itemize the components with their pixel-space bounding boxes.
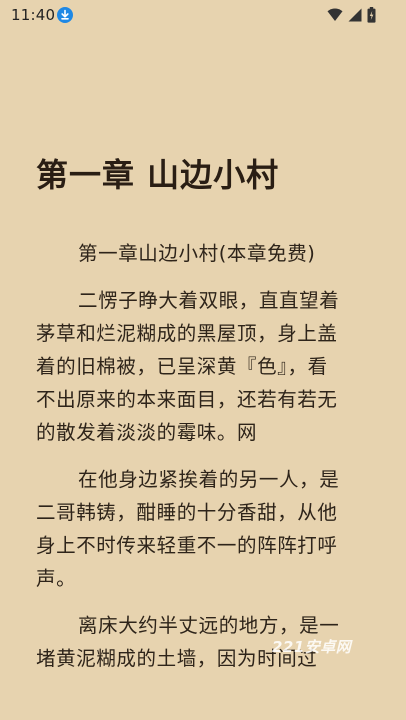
paragraph-line: 身上不时传来轻重不一的阵阵打呼: [36, 534, 338, 557]
paragraph-line: 在他身边紧挨着的另一人，是: [78, 468, 340, 491]
paragraph-line: 第一章山边小村(本章免费): [78, 242, 316, 265]
paragraph-line: 茅草和烂泥糊成的黑屋顶，身上盖: [36, 322, 338, 345]
paragraph-line: 的散发着淡淡的霉味。网: [36, 421, 258, 444]
watermark: 221安卓网: [272, 638, 352, 656]
reader-page[interactable]: 第一章 山边小村 第一章山边小村(本章免费) 二愣子睁大着双眼，直直望着 茅草和…: [0, 0, 406, 720]
chapter-content: 第一章山边小村(本章免费) 二愣子睁大着双眼，直直望着 茅草和烂泥糊成的黑屋顶，…: [36, 237, 376, 689]
paragraph-line: 着的旧棉被，已呈深黄『色』，看: [36, 355, 328, 378]
paragraph: 二愣子睁大着双眼，直直望着 茅草和烂泥糊成的黑屋顶，身上盖 着的旧棉被，已呈深黄…: [36, 284, 376, 449]
paragraph-line: 不出原来的本来面目，还若有若无: [36, 388, 338, 411]
paragraph-line: 声。: [36, 567, 77, 590]
paragraph-line: 二哥韩铸，酣睡的十分香甜，从他: [36, 501, 338, 524]
paragraph: 第一章山边小村(本章免费): [36, 237, 376, 270]
chapter-title: 第一章 山边小村: [36, 156, 280, 194]
paragraph: 在他身边紧挨着的另一人，是 二哥韩铸，酣睡的十分香甜，从他 身上不时传来轻重不一…: [36, 463, 376, 595]
paragraph-line: 二愣子睁大着双眼，直直望着: [78, 289, 340, 312]
